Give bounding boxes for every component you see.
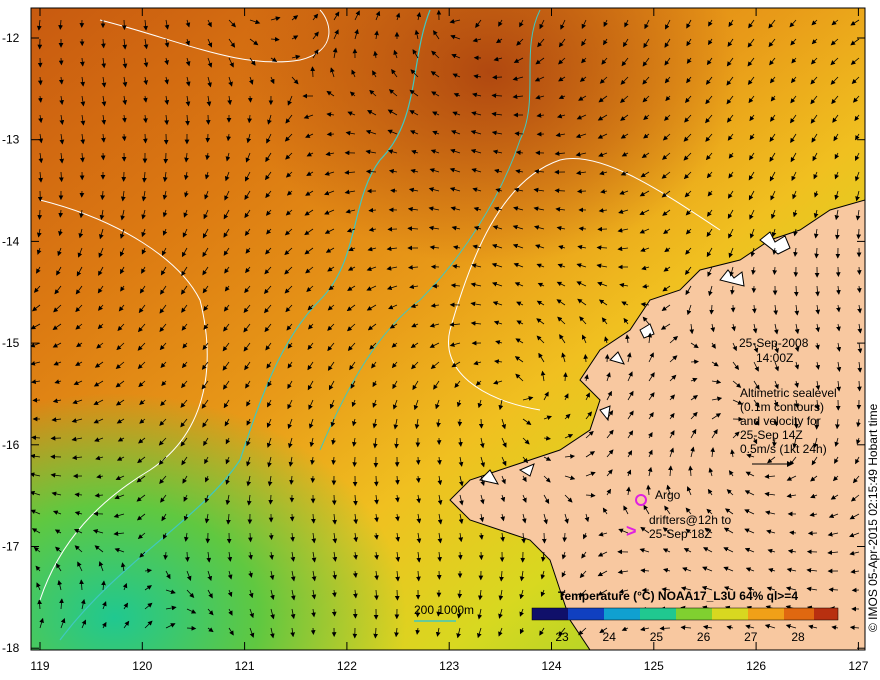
velocity-arrow [186, 625, 197, 631]
colorbar-tick-label: 23 [555, 630, 569, 644]
lon-tick-label: 124 [541, 659, 561, 673]
velocity-arrow [478, 418, 484, 429]
lon-tick-label: 121 [235, 659, 255, 673]
colorbar-tick-label: 26 [697, 630, 711, 644]
isobath-legend-label: 200 1000m [414, 603, 474, 617]
colorbar-tick-label: 24 [603, 630, 617, 644]
drifter-symbol: > [626, 521, 637, 541]
lat-tick-label: -18 [2, 641, 20, 655]
lat-tick-label: -14 [2, 234, 20, 248]
date-label: 25-Sep-2008 [739, 336, 809, 350]
svg-text:Altimetric sealevel: Altimetric sealevel [740, 386, 837, 400]
svg-text:0.5m/s (1kt 24h): 0.5m/s (1kt 24h) [740, 442, 827, 456]
velocity-arrow [576, 188, 587, 194]
velocity-arrow [352, 456, 358, 468]
colorbar [531, 607, 839, 621]
lon-tick-label: 127 [848, 659, 868, 673]
lon-tick-label: 123 [439, 659, 459, 673]
lon-tick-label: 119 [30, 659, 49, 673]
lon-tick-label: 120 [132, 659, 152, 673]
colorbar-tick-label: 25 [650, 630, 664, 644]
svg-text:and velocity for: and velocity for [740, 414, 821, 428]
colorbar-title: Temperature (°C) NOAA17_L3U 64% ql>=4 [558, 589, 798, 603]
colorbar-tick-label: 27 [744, 630, 758, 644]
argo-label: Argo [655, 488, 681, 502]
colorbar-tick-label: 28 [791, 630, 805, 644]
velocity-arrow [310, 66, 316, 78]
svg-text:(0.1m contours): (0.1m contours) [740, 400, 824, 414]
lat-tick-label: -17 [2, 540, 20, 554]
drifters-label-1: drifters@12h to [649, 513, 732, 527]
lon-tick-label: 122 [337, 659, 357, 673]
lon-tick-label: 126 [746, 659, 766, 673]
velocity-arrow [690, 359, 699, 365]
velocity-arrow [37, 209, 43, 220]
velocity-arrow [554, 188, 566, 194]
svg-text:25-Sep 14Z: 25-Sep 14Z [740, 428, 803, 442]
lat-tick-label: -13 [2, 133, 20, 147]
credit-text: © IMOS 05-Apr-2015 02:15:49 Hobart time [866, 403, 880, 632]
drifters-label-2: 25-Sep 18Z [649, 527, 712, 541]
sea-surface-temperature-map: -12 -13 -14 -15 -16 -17 -18 119 120 121 122 123 124… [0, 0, 880, 680]
lat-tick-label: -16 [2, 438, 20, 452]
lat-tick-label: -15 [2, 336, 20, 350]
velocity-arrow [828, 587, 839, 593]
velocity-arrow [373, 475, 379, 487]
time-label: 14:00Z [756, 351, 793, 365]
lon-tick-label: 125 [644, 659, 664, 673]
lat-tick-label: -12 [2, 31, 20, 45]
velocity-arrow [856, 266, 862, 275]
